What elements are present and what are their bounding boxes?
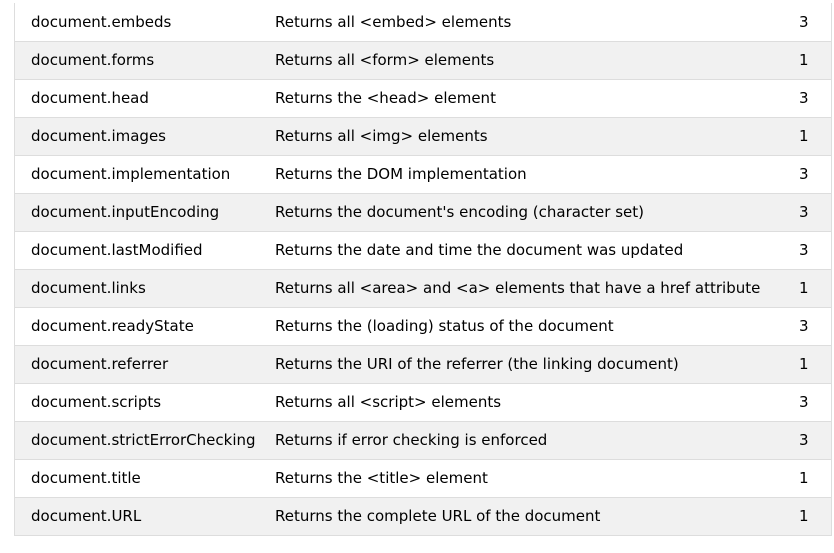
level-cell: 1 <box>799 51 809 69</box>
table-row: document.images Returns all <img> elemen… <box>15 117 831 155</box>
table-row: document.scripts Returns all <script> el… <box>15 383 831 421</box>
property-cell: document.embeds <box>31 12 172 31</box>
table-row: document.lastModified Returns the date a… <box>15 231 831 269</box>
description-cell: Returns all <script> elements <box>275 393 502 411</box>
table-row: document.strictErrorChecking Returns if … <box>15 421 831 459</box>
table-row: document.links Returns all <area> and <a… <box>15 269 831 307</box>
table-row: document.referrer Returns the URI of the… <box>15 345 831 383</box>
property-cell: document.strictErrorChecking <box>31 431 256 449</box>
property-cell: document.scripts <box>31 393 162 411</box>
level-cell: 3 <box>799 317 809 335</box>
property-cell: document.implementation <box>31 165 231 183</box>
level-cell: 1 <box>799 127 809 145</box>
description-cell: Returns the <head> element <box>275 89 496 107</box>
level-cell: 1 <box>799 279 809 297</box>
property-cell: document.inputEncoding <box>31 203 220 221</box>
property-cell: document.links <box>31 279 146 297</box>
description-cell: Returns all <form> elements <box>275 51 495 69</box>
level-cell: 1 <box>799 469 809 487</box>
description-cell: Returns the DOM implementation <box>275 165 527 183</box>
dom-properties-table: document.embeds Returns all <embed> elem… <box>15 3 831 536</box>
level-cell: 3 <box>799 393 809 411</box>
property-cell: document.title <box>31 469 141 487</box>
level-cell: 3 <box>799 431 809 449</box>
table-row: document.head Returns the <head> element… <box>15 79 831 117</box>
property-cell: document.URL <box>31 507 142 525</box>
table-row: document.embeds Returns all <embed> elem… <box>15 3 831 41</box>
reference-table-container: document.embeds Returns all <embed> elem… <box>14 3 832 536</box>
property-cell: document.readyState <box>31 317 194 335</box>
level-cell: 3 <box>799 165 809 183</box>
description-cell: Returns if error checking is enforced <box>275 431 548 449</box>
level-cell: 3 <box>799 241 809 259</box>
table-row: document.inputEncoding Returns the docum… <box>15 193 831 231</box>
level-cell: 3 <box>799 203 809 221</box>
description-cell: Returns the (loading) status of the docu… <box>275 317 614 335</box>
table-row: document.title Returns the <title> eleme… <box>15 459 831 497</box>
description-cell: Returns the <title> element <box>275 469 488 487</box>
table-row: document.readyState Returns the (loading… <box>15 307 831 345</box>
table-row: document.URL Returns the complete URL of… <box>15 497 831 535</box>
table-row: document.forms Returns all <form> elemen… <box>15 41 831 79</box>
property-cell: document.referrer <box>31 355 169 373</box>
level-cell: 1 <box>799 355 809 373</box>
description-cell: Returns all <area> and <a> elements that… <box>275 279 761 297</box>
description-cell: Returns all <embed> elements <box>275 12 512 31</box>
table-body: document.embeds Returns all <embed> elem… <box>15 3 831 535</box>
property-cell: document.lastModified <box>31 241 203 259</box>
description-cell: Returns the URI of the referrer (the lin… <box>275 355 679 373</box>
table-row: document.implementation Returns the DOM … <box>15 155 831 193</box>
property-cell: document.head <box>31 89 149 107</box>
description-cell: Returns the complete URL of the document <box>275 507 601 525</box>
description-cell: Returns the document's encoding (charact… <box>275 203 645 221</box>
property-cell: document.images <box>31 127 166 145</box>
level-cell: 3 <box>799 89 809 107</box>
property-cell: document.forms <box>31 51 155 69</box>
level-cell: 3 <box>799 12 809 31</box>
description-cell: Returns the date and time the document w… <box>275 241 684 259</box>
description-cell: Returns all <img> elements <box>275 127 488 145</box>
level-cell: 1 <box>799 507 809 525</box>
